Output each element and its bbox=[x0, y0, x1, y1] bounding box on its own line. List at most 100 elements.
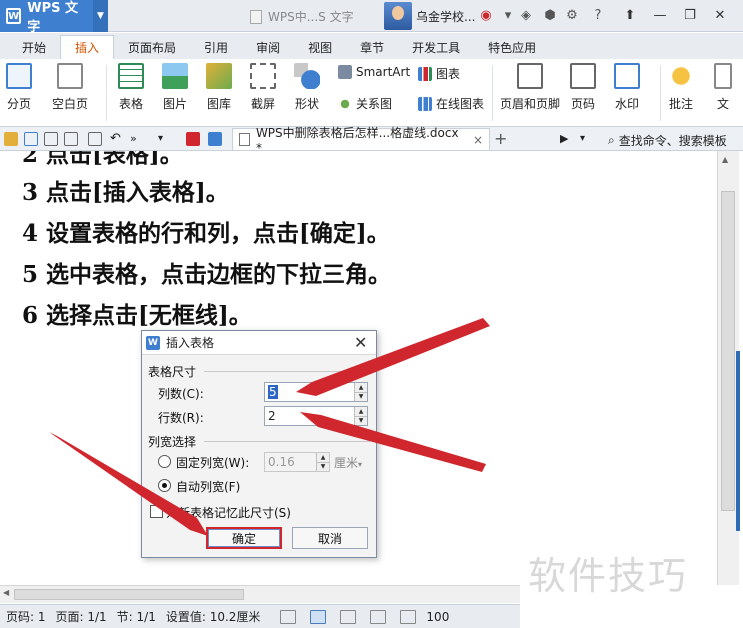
minimize-button[interactable]: — bbox=[646, 4, 674, 26]
columns-label: 列数(C): bbox=[158, 387, 204, 401]
shapes-icon bbox=[294, 63, 320, 89]
page-number-button[interactable]: 页码 bbox=[570, 63, 596, 112]
relation-button[interactable]: 关系图 bbox=[338, 95, 392, 112]
comment-button[interactable]: 批注 bbox=[668, 63, 694, 112]
shield-icon[interactable]: ⬢ bbox=[542, 8, 558, 24]
undo-icon[interactable]: ↶ bbox=[110, 132, 124, 146]
watermark-icon bbox=[614, 63, 640, 89]
smartart-button[interactable]: SmartArt bbox=[338, 65, 410, 79]
shapes-button[interactable]: 形状 bbox=[294, 63, 320, 112]
eye-protection-icon[interactable] bbox=[400, 609, 417, 624]
scissors-icon bbox=[250, 63, 276, 89]
gallery-label: 图库 bbox=[206, 97, 231, 111]
tab-references[interactable]: 引用 bbox=[190, 35, 242, 59]
text-icon bbox=[714, 63, 732, 89]
increment-icon[interactable]: ▲ bbox=[355, 383, 367, 392]
print-icon[interactable] bbox=[64, 132, 78, 146]
text-button[interactable]: 文 bbox=[714, 63, 732, 112]
fixed-width-radio[interactable] bbox=[158, 455, 171, 468]
columns-stepper[interactable]: 5 ▲ ▼ bbox=[264, 382, 368, 402]
avatar[interactable] bbox=[384, 2, 412, 30]
print-preview-icon[interactable] bbox=[44, 132, 58, 146]
picture-button[interactable]: 图片 bbox=[162, 63, 188, 112]
tab-insert[interactable]: 插入 bbox=[60, 35, 115, 59]
close-button[interactable]: ✕ bbox=[706, 4, 734, 26]
document-icon bbox=[250, 9, 262, 24]
new-tab-button[interactable]: + bbox=[494, 129, 507, 148]
decrement-icon[interactable]: ▼ bbox=[355, 415, 367, 425]
user-name[interactable]: 乌金学校... bbox=[416, 8, 475, 25]
decrement-icon[interactable]: ▼ bbox=[355, 391, 367, 401]
web-view-icon[interactable] bbox=[370, 609, 387, 624]
skin-icon[interactable]: ◉ bbox=[478, 8, 494, 24]
chevron-down-icon[interactable]: ▾ bbox=[158, 132, 172, 146]
tab-developer[interactable]: 开发工具 bbox=[398, 35, 474, 59]
screenshot-button[interactable]: 截屏 bbox=[250, 63, 276, 112]
close-tab-icon[interactable]: × bbox=[473, 133, 483, 147]
remember-size-checkbox[interactable] bbox=[150, 505, 163, 518]
online-chart-button[interactable]: 在线图表 bbox=[418, 95, 484, 112]
rows-stepper[interactable]: 2 ▲ ▼ bbox=[264, 406, 368, 426]
relation-label: 关系图 bbox=[356, 97, 393, 111]
chart-button[interactable]: 图表 bbox=[418, 65, 460, 82]
play-icon[interactable]: ▶ bbox=[560, 132, 574, 146]
dialog-close-button[interactable]: ✕ bbox=[354, 333, 367, 352]
help-icon[interactable]: ? bbox=[590, 8, 606, 24]
tab-features[interactable]: 特色应用 bbox=[474, 35, 550, 59]
maximize-button[interactable]: ❐ bbox=[676, 4, 704, 26]
chevron-down-icon[interactable]: ▼ bbox=[93, 0, 109, 32]
online-chart-label: 在线图表 bbox=[436, 97, 485, 111]
table-button[interactable]: 表格 bbox=[118, 63, 144, 112]
chevron-down-icon[interactable]: ▾ bbox=[500, 8, 516, 24]
gallery-button[interactable]: 图库 bbox=[206, 63, 232, 112]
zoom-level[interactable]: 100 bbox=[426, 610, 449, 624]
scroll-left-icon[interactable]: ◀ bbox=[3, 588, 9, 597]
save-icon[interactable] bbox=[24, 132, 38, 146]
cancel-button[interactable]: 取消 bbox=[292, 527, 368, 549]
page-view-icon[interactable] bbox=[310, 609, 327, 624]
tab-view[interactable]: 视图 bbox=[294, 35, 346, 59]
page-break-button[interactable]: 分页 bbox=[6, 63, 32, 112]
dialog-title: 插入表格 bbox=[166, 336, 215, 350]
fullscreen-icon[interactable] bbox=[280, 609, 297, 624]
header-footer-label: 页眉和页脚 bbox=[500, 97, 561, 111]
stepper-arrows[interactable]: ▲ ▼ bbox=[354, 407, 367, 425]
restore-ribbon-icon[interactable]: ⬆ bbox=[616, 4, 644, 26]
vertical-scrollbar[interactable]: ▲ bbox=[717, 151, 740, 585]
watermark-button[interactable]: 水印 bbox=[614, 63, 640, 112]
more-icon[interactable]: » bbox=[130, 132, 144, 146]
tab-page-layout[interactable]: 页面布局 bbox=[114, 35, 190, 59]
auto-width-radio[interactable] bbox=[158, 479, 171, 492]
dialog-title-bar[interactable]: W 插入表格 bbox=[142, 331, 376, 355]
command-search[interactable]: ⌕ 查找命令、搜索模板 bbox=[608, 132, 727, 149]
document-tab[interactable]: WPS中删除表格后怎样...格虚线.docx * × bbox=[232, 126, 490, 155]
export-pdf-icon[interactable] bbox=[88, 132, 102, 146]
increment-icon[interactable]: ▲ bbox=[355, 407, 367, 416]
blank-page-button[interactable]: 空白页 bbox=[52, 63, 88, 112]
smartart-icon bbox=[338, 65, 352, 79]
cloud-icon[interactable]: ◈ bbox=[518, 8, 534, 24]
tab-review[interactable]: 审阅 bbox=[242, 35, 294, 59]
tab-home[interactable]: 开始 bbox=[8, 35, 60, 59]
wps-logo-icon: W bbox=[6, 8, 22, 24]
wps-home-icon[interactable] bbox=[186, 132, 200, 146]
ribbon-divider bbox=[492, 65, 493, 121]
scrollbar-thumb[interactable] bbox=[14, 589, 244, 600]
stepper-arrows[interactable]: ▲ ▼ bbox=[354, 383, 367, 401]
blank-page-label: 空白页 bbox=[52, 97, 89, 111]
open-folder-icon[interactable] bbox=[4, 132, 18, 146]
tab-section[interactable]: 章节 bbox=[346, 35, 398, 59]
app-menu-button[interactable]: W WPS 文字 ▼ bbox=[0, 0, 109, 35]
header-footer-button[interactable]: 页眉和页脚 bbox=[500, 63, 560, 112]
fixed-width-stepper: 0.16 ▲ ▼ bbox=[264, 452, 330, 472]
scrollbar-thumb[interactable] bbox=[721, 191, 735, 511]
status-setting: 设置值: 10.2厘米 bbox=[165, 610, 261, 624]
chevron-down-icon[interactable]: ▾ bbox=[580, 132, 594, 146]
horizontal-scrollbar[interactable]: ◀ bbox=[0, 585, 520, 603]
outline-view-icon[interactable] bbox=[340, 609, 357, 624]
settings-icon[interactable]: ⚙ bbox=[564, 8, 580, 24]
stepper-arrows: ▲ ▼ bbox=[316, 453, 329, 471]
ok-button[interactable]: 确定 bbox=[206, 527, 282, 549]
scroll-up-icon[interactable]: ▲ bbox=[722, 155, 728, 164]
cloud-docs-icon[interactable] bbox=[208, 132, 222, 146]
